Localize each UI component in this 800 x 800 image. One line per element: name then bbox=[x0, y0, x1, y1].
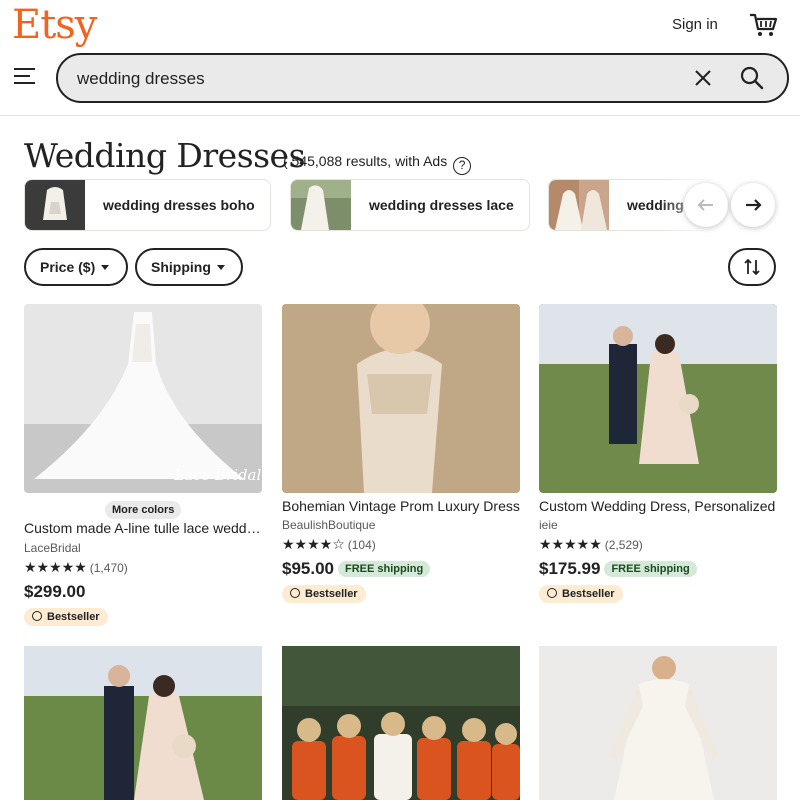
listing-image[interactable] bbox=[539, 304, 777, 493]
question-icon[interactable]: ? bbox=[453, 157, 472, 175]
star-rating: ★★★★★ (1,470) bbox=[24, 559, 128, 576]
review-count: (2,529) bbox=[604, 538, 643, 552]
medal-icon bbox=[547, 588, 557, 598]
site-header: Etsy Sign in wedding dresses bbox=[0, 0, 800, 116]
shop-name[interactable]: LaceBridal bbox=[24, 541, 81, 555]
search-bar[interactable]: wedding dresses bbox=[56, 53, 789, 103]
results-count: ( 545,088 results, with Ads ? bbox=[283, 153, 472, 175]
listing-image[interactable] bbox=[282, 304, 520, 493]
shop-name[interactable]: ieie bbox=[539, 518, 558, 532]
close-icon[interactable] bbox=[694, 69, 712, 87]
search-icon[interactable] bbox=[740, 66, 764, 90]
listing-card[interactable]: Custom Wedding Dress, Personalized ieie … bbox=[539, 304, 777, 634]
badge-label: Bestseller bbox=[305, 588, 358, 600]
etsy-logo[interactable]: Etsy bbox=[12, 2, 97, 48]
stars-icon: ★★★★☆ bbox=[282, 536, 345, 552]
price-value: $175.99 bbox=[539, 559, 601, 578]
badge-label: Bestseller bbox=[562, 588, 615, 600]
stars-icon: ★★★★★ bbox=[24, 559, 87, 575]
scroll-left-button[interactable] bbox=[684, 183, 728, 227]
listing-image[interactable] bbox=[539, 646, 777, 800]
sort-icon bbox=[744, 258, 760, 276]
listing-title[interactable]: Custom made A-line tulle lace wedding dr… bbox=[24, 520, 262, 536]
shop-name[interactable]: BeaulishBoutique bbox=[282, 518, 375, 532]
review-count: (104) bbox=[347, 538, 376, 552]
sort-button[interactable] bbox=[728, 248, 776, 286]
image-watermark: Lace Bridal bbox=[173, 466, 261, 484]
sign-in-link[interactable]: Sign in bbox=[672, 16, 718, 33]
bestseller-badge: Bestseller bbox=[24, 608, 108, 626]
results-text: ( 545,088 results, bbox=[283, 153, 392, 169]
scroll-right-button[interactable] bbox=[731, 183, 775, 227]
listing-image[interactable]: Lace Bridal bbox=[24, 304, 262, 493]
shipping-filter-button[interactable]: Shipping bbox=[135, 248, 243, 286]
page-title: Wedding Dresses bbox=[24, 136, 306, 175]
shipping-filter-label: Shipping bbox=[151, 259, 211, 275]
related-search-chip[interactable]: wedding dresses boho bbox=[24, 179, 271, 231]
chip-thumbnail bbox=[549, 180, 609, 230]
price-filter-label: Price ($) bbox=[40, 259, 96, 275]
review-count: (1,470) bbox=[89, 561, 128, 575]
listing-image[interactable] bbox=[282, 646, 520, 800]
menu-icon[interactable] bbox=[14, 66, 36, 86]
ads-text: with Ads bbox=[395, 153, 448, 169]
caret-down-icon bbox=[216, 265, 225, 270]
listing-title[interactable]: Bohemian Vintage Prom Luxury Dress bbox=[282, 498, 520, 514]
medal-icon bbox=[290, 588, 300, 598]
chip-label: wedding dresses lace bbox=[369, 197, 514, 213]
free-shipping-badge: FREE shipping bbox=[338, 561, 431, 577]
listing-card[interactable]: Lace Bridal More colors Custom made A-li… bbox=[24, 304, 262, 634]
star-rating: ★★★★★ (2,529) bbox=[539, 536, 643, 553]
bestseller-badge: Bestseller bbox=[282, 585, 366, 603]
listing-card[interactable]: Bohemian Vintage Prom Luxury Dress Beaul… bbox=[282, 304, 520, 634]
chip-fade bbox=[660, 179, 800, 231]
cart-icon[interactable] bbox=[748, 10, 778, 40]
chip-label: wedding dresses boho bbox=[103, 197, 255, 213]
more-colors-badge: More colors bbox=[105, 501, 182, 519]
free-shipping-badge: FREE shipping bbox=[604, 561, 697, 577]
listing-price: $299.00 bbox=[24, 582, 86, 601]
listing-image[interactable] bbox=[24, 646, 262, 800]
badge-label: Bestseller bbox=[47, 611, 100, 623]
bestseller-badge: Bestseller bbox=[539, 585, 623, 603]
related-search-chip[interactable]: wedding dresses lace bbox=[290, 179, 530, 231]
stars-icon: ★★★★★ bbox=[539, 536, 602, 552]
listing-price: $175.99 FREE shipping bbox=[539, 559, 697, 579]
price-filter-button[interactable]: Price ($) bbox=[24, 248, 128, 286]
listing-title[interactable]: Custom Wedding Dress, Personalized bbox=[539, 498, 777, 514]
listing-price: $95.00 FREE shipping bbox=[282, 559, 431, 579]
price-value: $95.00 bbox=[282, 559, 334, 578]
medal-icon bbox=[32, 611, 42, 621]
caret-down-icon bbox=[101, 265, 110, 270]
chip-thumbnail bbox=[291, 180, 351, 230]
chip-thumbnail bbox=[25, 180, 85, 230]
arrow-left-icon bbox=[697, 199, 713, 211]
arrow-right-icon bbox=[746, 199, 762, 211]
search-input[interactable]: wedding dresses bbox=[77, 69, 205, 89]
star-rating: ★★★★☆ (104) bbox=[282, 536, 376, 553]
